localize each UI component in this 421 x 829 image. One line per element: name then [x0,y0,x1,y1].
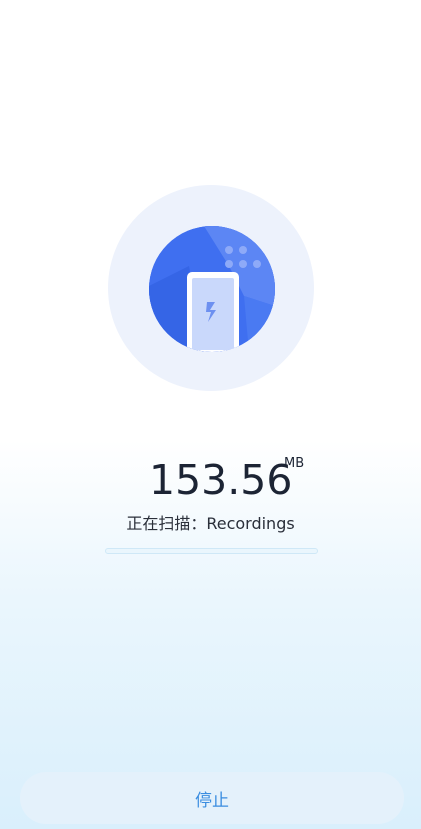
storage-scan-screen: 153.56 MB 正在扫描：Recordings 停止 [0,0,421,829]
scanned-size-unit: MB [284,456,305,471]
scan-status-text: 正在扫描：Recordings [0,512,421,536]
scan-progress-bar [105,548,318,554]
scan-current-item: Recordings [206,514,295,533]
scanned-size: 153.56 MB [0,452,421,508]
scan-status-prefix: 正在扫描： [126,514,207,533]
phone-scanning-icon [149,226,275,352]
stop-button[interactable]: 停止 [20,772,404,824]
scan-illustration [108,185,314,391]
scanned-size-value: 153.56 [149,456,293,504]
